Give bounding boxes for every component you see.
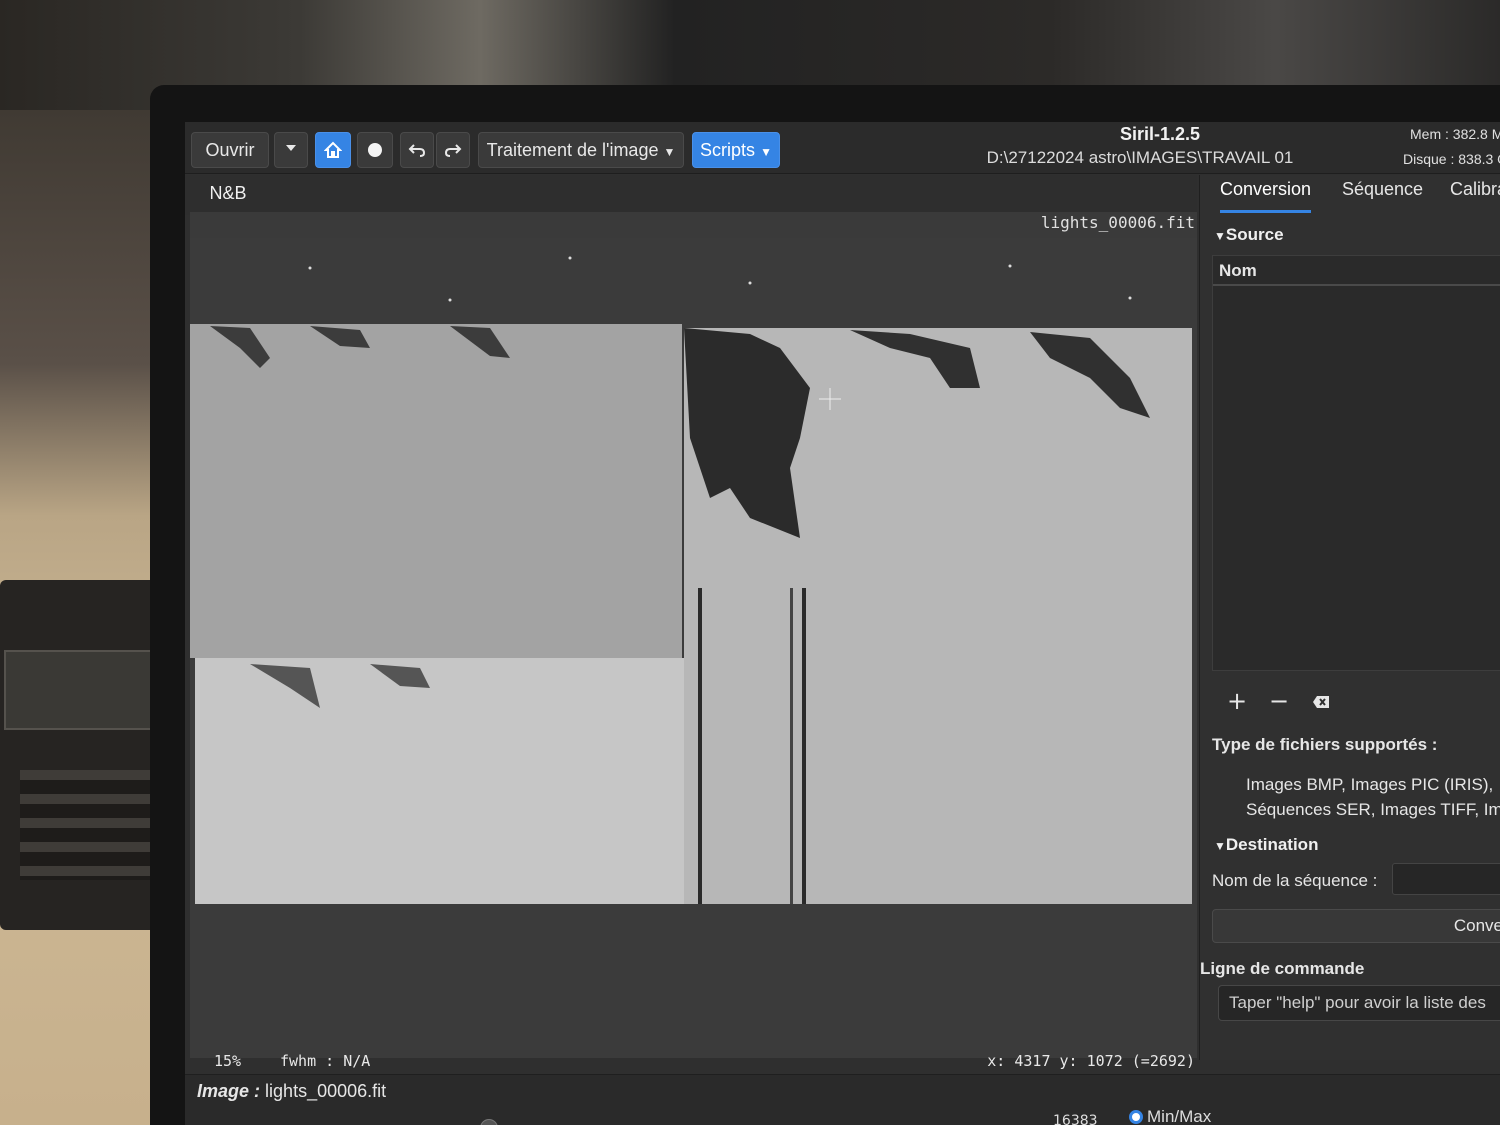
tab-sequence[interactable]: Séquence [1342,179,1423,213]
window-title: Siril-1.2.5 [1119,124,1201,144]
add-icon[interactable]: + [1222,687,1252,717]
display-slider-knob[interactable] [480,1119,498,1125]
image-canvas[interactable] [190,238,1197,1058]
convert-button[interactable]: Conve [1212,909,1500,943]
image-processing-menu[interactable]: Traitement de l'image ▼ [478,132,684,168]
background-calculator [0,580,160,930]
supported-types-label: Type de fichiers supportés : [1212,735,1438,754]
undo-icon [408,144,426,157]
tab-calibration[interactable]: Calibra [1450,179,1500,213]
viewer-status-line: 15% fwhm : N/A x: 4317 y: 1072 (=2692) [190,1052,1197,1074]
filename-bar: lights_00006.fit [190,212,1197,238]
destination-section-header[interactable]: ▼Destination [1214,835,1318,855]
image-render [190,238,1197,1058]
command-line-label: Ligne de commande [1200,959,1365,978]
siril-window: Ouvrir Traitement de l'image ▼ Scripts ▼… [185,122,1500,1125]
supported-types-line-2: Séquences SER, Images TIFF, Im [1246,800,1500,819]
zoom-level: 15% [214,1052,242,1070]
redo-button[interactable] [436,132,470,168]
home-button[interactable] [315,132,351,168]
supported-types-line-1: Images BMP, Images PIC (IRIS), [1246,775,1494,794]
calculator-keys [20,770,150,880]
image-prefix: Image : [197,1081,261,1101]
open-menu-button[interactable] [274,132,308,168]
header-bar: Ouvrir Traitement de l'image ▼ Scripts ▼… [185,122,1500,174]
radio-selected-icon [1129,1110,1143,1124]
image-filename: lights_00006.fit [1040,213,1195,232]
redo-icon [444,144,462,157]
open-button[interactable]: Ouvrir [191,132,269,168]
chevron-down-icon: ▼ [760,145,772,159]
sequence-name-label: Nom de la séquence : [1212,871,1378,890]
command-line-input[interactable]: Taper "help" pour avoir la liste des [1218,985,1500,1021]
fwhm-readout: fwhm : N/A [280,1052,371,1070]
source-title: Source [1225,225,1284,244]
home-icon [324,141,342,158]
cursor-coordinates: x: 4317 y: 1072 (=2692) [987,1052,1195,1070]
tab-bw[interactable]: N&B [197,183,259,215]
working-directory: D:\27122024 astro\IMAGES\TRAVAIL 01 [986,148,1294,167]
scripts-menu[interactable]: Scripts ▼ [692,132,780,168]
clear-icon[interactable] [1306,687,1336,717]
expander-down-icon: ▼ [1214,229,1226,243]
destination-title: Destination [1225,835,1319,854]
dropdown-arrow-icon [286,145,296,151]
sequence-name-field[interactable] [1392,863,1500,895]
source-section-header[interactable]: ▼Source [1214,225,1284,245]
memory-indicator: Mem : 382.8 M [1410,126,1500,142]
image-processing-label: Traitement de l'image [486,140,659,160]
bottom-bar: Image : lights_00006.fit 16383 Min/Max [185,1074,1500,1125]
high-value: 16383 [1053,1113,1098,1125]
source-file-list[interactable]: Nom [1212,255,1500,671]
list-header-name[interactable]: Nom [1213,256,1500,286]
right-panel: Conversion Séquence Calibra ▼Source Nom … [1199,175,1500,1060]
image-tab-row: N&B [185,175,1197,215]
chevron-down-icon: ▼ [663,145,676,159]
image-name: lights_00006.fit [265,1081,387,1101]
remove-icon[interactable]: − [1264,687,1294,717]
scale-mode-label: Min/Max [1147,1107,1212,1125]
expander-down-icon: ▼ [1214,839,1226,853]
undo-button[interactable] [400,132,434,168]
tab-conversion[interactable]: Conversion [1220,179,1312,213]
disk-indicator: Disque : 838.3 G [1403,151,1500,167]
live-stack-button[interactable] [357,132,393,168]
image-info: Image : lights_00006.fit [197,1081,386,1102]
record-icon [368,143,382,157]
scripts-label: Scripts [700,140,756,160]
scale-mode-radio[interactable]: Min/Max [1129,1107,1211,1125]
calculator-display [4,650,154,730]
